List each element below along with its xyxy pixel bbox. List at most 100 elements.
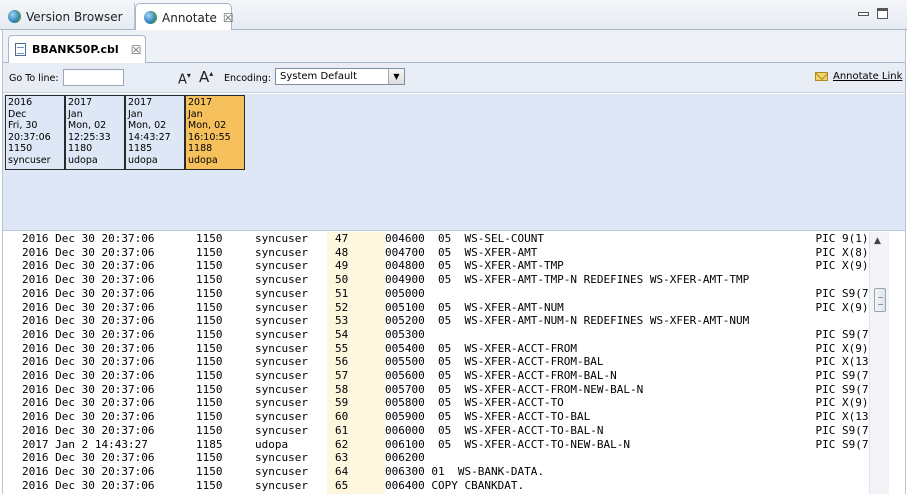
scroll-thumb[interactable] [874, 288, 886, 312]
code-row[interactable]: 2016 Dec 30 20:37:06 1150 syncuser 52 005100… [3, 301, 869, 315]
row-revision: 1150 [196, 423, 223, 437]
annotated-code-view[interactable]: 2016 Dec 30 20:37:06 1150 syncuser 47 004600… [3, 232, 869, 494]
tab-label: Annotate [162, 10, 217, 25]
code-row[interactable]: 2016 Dec 30 20:37:06 1150 syncuser 55 005400… [3, 342, 869, 356]
row-source-text: 004600 05 WS-SEL-COUNT PIC 9(1). [385, 232, 869, 245]
row-line-number: 56 [335, 355, 349, 369]
goto-line-label: Go To line: [9, 73, 59, 84]
row-source-text: 005700 05 WS-XFER-ACCT-FROM-NEW-BAL-N PI… [385, 382, 869, 396]
file-tab-label: BBANK50P.cbl [32, 43, 119, 56]
row-user: syncuser [255, 396, 308, 410]
code-row[interactable]: 2016 Dec 30 20:37:06 1150 syncuser 48 004700… [3, 246, 869, 260]
tab-annotate[interactable]: Annotate ☒ [135, 3, 234, 31]
row-line-number: 51 [335, 286, 349, 300]
row-user: syncuser [255, 341, 308, 355]
encoding-select[interactable]: System Default ▼ [275, 68, 405, 85]
row-date: 2016 Dec 30 20:37:06 [22, 451, 155, 465]
row-line-number: 53 [335, 314, 349, 328]
row-date: 2016 Dec 30 20:37:06 [22, 259, 155, 273]
close-icon[interactable]: ☒ [131, 43, 142, 57]
goto-line-input[interactable] [63, 69, 124, 86]
code-row[interactable]: 2017 Jan 2 14:43:27 1185 udopa 62 006100 05 … [3, 438, 869, 452]
globe-icon [8, 10, 21, 23]
code-row[interactable]: 2016 Dec 30 20:37:06 1150 syncuser 58 005700… [3, 383, 869, 397]
row-user: syncuser [255, 286, 308, 300]
revision-number: 1185 [128, 143, 153, 154]
maximize-button[interactable] [877, 8, 888, 19]
row-revision: 1150 [196, 410, 223, 424]
revision-cell[interactable]: 2016 Dec Fri, 30 20:37:06 1150 syncuser [5, 95, 65, 170]
row-revision: 1150 [196, 327, 223, 341]
close-icon[interactable]: ☒ [223, 11, 234, 25]
row-date: 2016 Dec 30 20:37:06 [22, 232, 155, 245]
row-source-text: 006100 05 WS-XFER-ACCT-TO-NEW-BAL-N PIC … [385, 437, 869, 451]
tab-file[interactable]: BBANK50P.cbl ☒ [8, 35, 146, 63]
row-revision: 1150 [196, 478, 223, 492]
font-increase-button[interactable]: A▴ [199, 68, 213, 86]
row-line-number: 49 [335, 259, 349, 273]
chevron-down-icon[interactable]: ▼ [388, 69, 404, 84]
row-line-number: 52 [335, 300, 349, 314]
code-row[interactable]: 2016 Dec 30 20:37:06 1150 syncuser 59 005800… [3, 396, 869, 410]
row-user: syncuser [255, 259, 308, 273]
revision-month: Dec [8, 108, 27, 120]
row-date: 2016 Dec 30 20:37:06 [22, 478, 155, 492]
envelope-icon [815, 72, 828, 81]
code-row[interactable]: 2016 Dec 30 20:37:06 1150 syncuser 65 006400… [3, 479, 869, 493]
row-revision: 1150 [196, 232, 223, 245]
row-line-number: 65 [335, 478, 349, 492]
row-user: syncuser [255, 327, 308, 341]
code-row[interactable]: 2016 Dec 30 20:37:06 1150 syncuser 57 005600… [3, 369, 869, 383]
revision-number: 1180 [68, 143, 93, 154]
row-date: 2016 Dec 30 20:37:06 [22, 423, 155, 437]
row-revision: 1150 [196, 355, 223, 369]
code-row[interactable]: 2016 Dec 30 20:37:06 1150 syncuser 49 004800… [3, 259, 869, 273]
row-source-text: 006300 01 WS-BANK-DATA. [385, 464, 544, 478]
view-tab-bar: Version Browser Annotate ☒ [0, 0, 907, 31]
row-date: 2016 Dec 30 20:37:06 [22, 464, 155, 478]
row-source-text: 006200 [385, 451, 425, 465]
row-line-number: 54 [335, 327, 349, 341]
revisions-panel: 2016 Dec Fri, 30 20:37:06 1150 syncuser … [3, 94, 905, 231]
code-row[interactable]: 2016 Dec 30 20:37:06 1150 syncuser 63 006200 [3, 451, 869, 465]
revision-time: 14:43:27 [128, 131, 171, 143]
code-row[interactable]: 2016 Dec 30 20:37:06 1150 syncuser 53 005200… [3, 314, 869, 328]
code-row[interactable]: 2016 Dec 30 20:37:06 1150 syncuser 61 006000… [3, 424, 869, 438]
code-row[interactable]: 2016 Dec 30 20:37:06 1150 syncuser 50 004900… [3, 273, 869, 287]
row-date: 2016 Dec 30 20:37:06 [22, 245, 155, 259]
tab-version-browser[interactable]: Version Browser [0, 3, 135, 30]
row-date: 2016 Dec 30 20:37:06 [22, 286, 155, 300]
code-row[interactable]: 2016 Dec 30 20:37:06 1150 syncuser 51 005000… [3, 287, 869, 301]
annotate-link[interactable]: Annotate Link [815, 71, 902, 82]
row-date: 2016 Dec 30 20:37:06 [22, 341, 155, 355]
revision-time: 20:37:06 [8, 131, 51, 143]
revision-cell[interactable]: 2017 Jan Mon, 02 14:43:27 1185 udopa [125, 95, 185, 170]
revision-user: udopa [68, 154, 98, 166]
row-revision: 1185 [196, 437, 223, 451]
code-row[interactable]: 2016 Dec 30 20:37:06 1150 syncuser 47 004600… [3, 232, 869, 246]
row-revision: 1150 [196, 341, 223, 355]
encoding-value: System Default [280, 71, 358, 82]
code-row[interactable]: 2016 Dec 30 20:37:06 1150 syncuser 56 005500… [3, 355, 869, 369]
row-source-text: 004800 05 WS-XFER-AMT-TMP PIC X(9). [385, 259, 869, 273]
globe-icon [144, 11, 157, 24]
revision-cell[interactable]: 2017 Jan Mon, 02 12:25:33 1180 udopa [65, 95, 125, 170]
scroll-up-icon[interactable]: ▲ [874, 236, 881, 246]
code-row[interactable]: 2016 Dec 30 20:37:06 1150 syncuser 64 006300… [3, 465, 869, 479]
code-row[interactable]: 2016 Dec 30 20:37:06 1150 syncuser 60 005900… [3, 410, 869, 424]
row-user: syncuser [255, 478, 308, 492]
vertical-scrollbar[interactable]: ▲ [869, 232, 889, 494]
minimize-button[interactable] [858, 12, 869, 16]
code-row[interactable]: 2016 Dec 30 20:37:06 1150 syncuser 54 005300… [3, 328, 869, 342]
revision-cell-selected[interactable]: 2017 Jan Mon, 02 16:10:55 1188 udopa [185, 95, 245, 170]
row-source-text: 004700 05 WS-XFER-AMT PIC X(8). [385, 245, 869, 259]
row-date: 2016 Dec 30 20:37:06 [22, 355, 155, 369]
row-source-text: 006400 COPY CBANKDAT. [385, 478, 525, 492]
editor-tab-bar: BBANK50P.cbl ☒ [3, 30, 905, 63]
row-revision: 1150 [196, 286, 223, 300]
row-revision: 1150 [196, 369, 223, 382]
row-user: syncuser [255, 369, 308, 382]
font-decrease-button[interactable]: A▾ [178, 71, 191, 87]
row-date: 2016 Dec 30 20:37:06 [22, 382, 155, 396]
row-date: 2016 Dec 30 20:37:06 [22, 410, 155, 424]
